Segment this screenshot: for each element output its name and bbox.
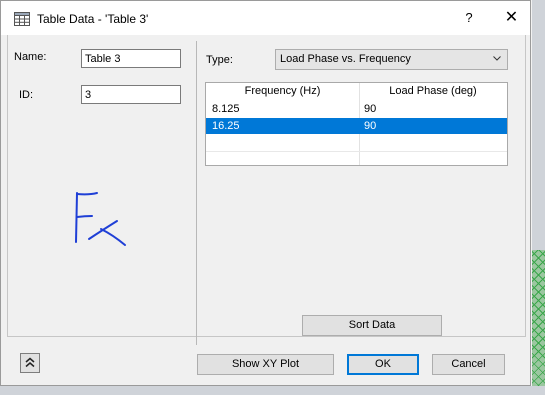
cell-load-phase[interactable]: 90 bbox=[364, 101, 504, 117]
id-label: ID: bbox=[19, 89, 34, 101]
column-header-frequency[interactable]: Frequency (Hz) bbox=[206, 83, 359, 99]
background-window-edge bbox=[532, 0, 545, 395]
title-bar[interactable]: Table Data - 'Table 3' ? ✕ bbox=[1, 1, 530, 35]
row-separator bbox=[206, 151, 507, 152]
background-desktop-strip bbox=[0, 386, 545, 395]
table-data-dialog: Table Data - 'Table 3' ? ✕ Name: Table 3… bbox=[0, 0, 531, 386]
sort-data-button[interactable]: Sort Data bbox=[302, 315, 442, 336]
type-dropdown-value: Load Phase vs. Frequency bbox=[280, 53, 411, 65]
help-icon[interactable]: ? bbox=[451, 1, 487, 35]
data-table[interactable]: Frequency (Hz) Load Phase (deg) 8.125 90… bbox=[205, 82, 508, 166]
type-label: Type: bbox=[206, 54, 233, 66]
show-xy-plot-button[interactable]: Show XY Plot bbox=[197, 354, 334, 375]
ok-button[interactable]: OK bbox=[347, 354, 419, 375]
column-header-load-phase[interactable]: Load Phase (deg) bbox=[359, 83, 507, 99]
panel-divider bbox=[196, 41, 197, 345]
cell-frequency[interactable]: 8.125 bbox=[212, 101, 357, 117]
background-mesh bbox=[532, 250, 545, 395]
expand-button[interactable] bbox=[20, 353, 40, 373]
table-icon bbox=[14, 12, 30, 26]
cancel-button[interactable]: Cancel bbox=[432, 354, 505, 375]
type-dropdown[interactable]: Load Phase vs. Frequency bbox=[275, 49, 508, 70]
table-row[interactable]: 8.125 90 bbox=[206, 101, 507, 117]
close-icon[interactable]: ✕ bbox=[493, 1, 530, 35]
content-frame bbox=[7, 35, 526, 337]
handwritten-sketch bbox=[75, 192, 126, 246]
table-row-selected[interactable]: 16.25 90 bbox=[206, 118, 507, 134]
name-label: Name: bbox=[14, 51, 47, 63]
double-chevron-up-icon bbox=[25, 357, 35, 368]
table-header: Frequency (Hz) Load Phase (deg) bbox=[206, 83, 507, 99]
cell-load-phase[interactable]: 90 bbox=[364, 118, 504, 134]
id-field[interactable]: 3 bbox=[81, 85, 181, 104]
cell-frequency[interactable]: 16.25 bbox=[212, 118, 357, 134]
chevron-down-icon bbox=[493, 56, 501, 61]
window-title: Table Data - 'Table 3' bbox=[37, 12, 149, 26]
name-field[interactable]: Table 3 bbox=[81, 49, 181, 68]
